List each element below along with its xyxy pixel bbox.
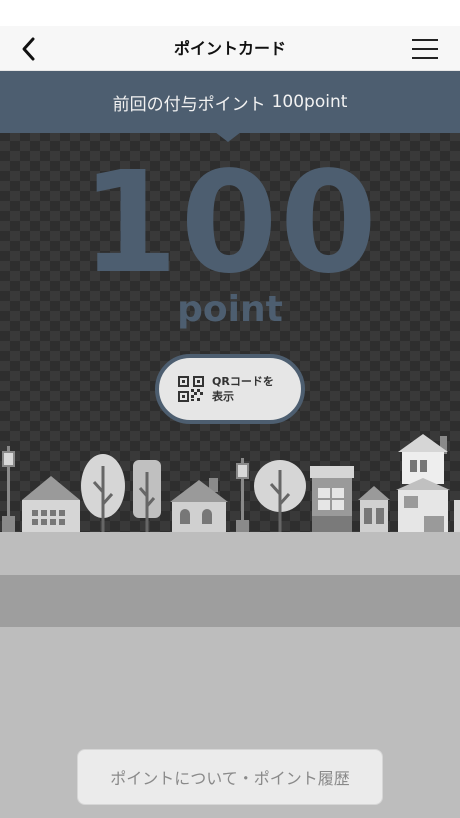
tree-icon [254,460,306,532]
point-unit: point [177,289,283,330]
point-history-button[interactable]: ポイントについて・ポイント履歴 [77,749,383,805]
road-upper [0,532,460,575]
last-points-label: 前回の付与ポイント [112,94,266,115]
house-icon [358,486,390,532]
town-illustration [2,434,460,532]
road-lower [0,575,460,627]
status-bar [0,0,460,26]
tree-icon [133,460,161,532]
show-qr-code-button[interactable]: QRコードを表示 [155,354,305,424]
hamburger-menu-icon [412,39,438,41]
last-points-banner: 前回の付与ポイント 100point [0,71,460,133]
point-balance: 100 [80,142,380,305]
street-lamp-icon [2,446,15,532]
show-qr-code-label: QRコードを表示 [212,375,274,403]
chevron-left-icon [22,37,35,61]
qr-code-icon [178,376,204,402]
street-lamp-icon [236,458,249,532]
back-button[interactable] [14,34,44,64]
banner-pointer [215,132,241,142]
last-points-value: 100point [271,92,348,112]
house-icon [22,476,80,532]
house-icon [396,434,450,532]
point-card-panel: 前回の付与ポイント 100point 100 point QRコードを表示 [0,71,460,532]
house-icon [170,478,228,532]
page-title: ポイントカード [173,39,286,58]
tree-icon [81,454,125,532]
menu-button[interactable] [412,37,440,61]
navigation-bar: ポイントカード [0,26,460,71]
shop-icon [310,466,354,532]
